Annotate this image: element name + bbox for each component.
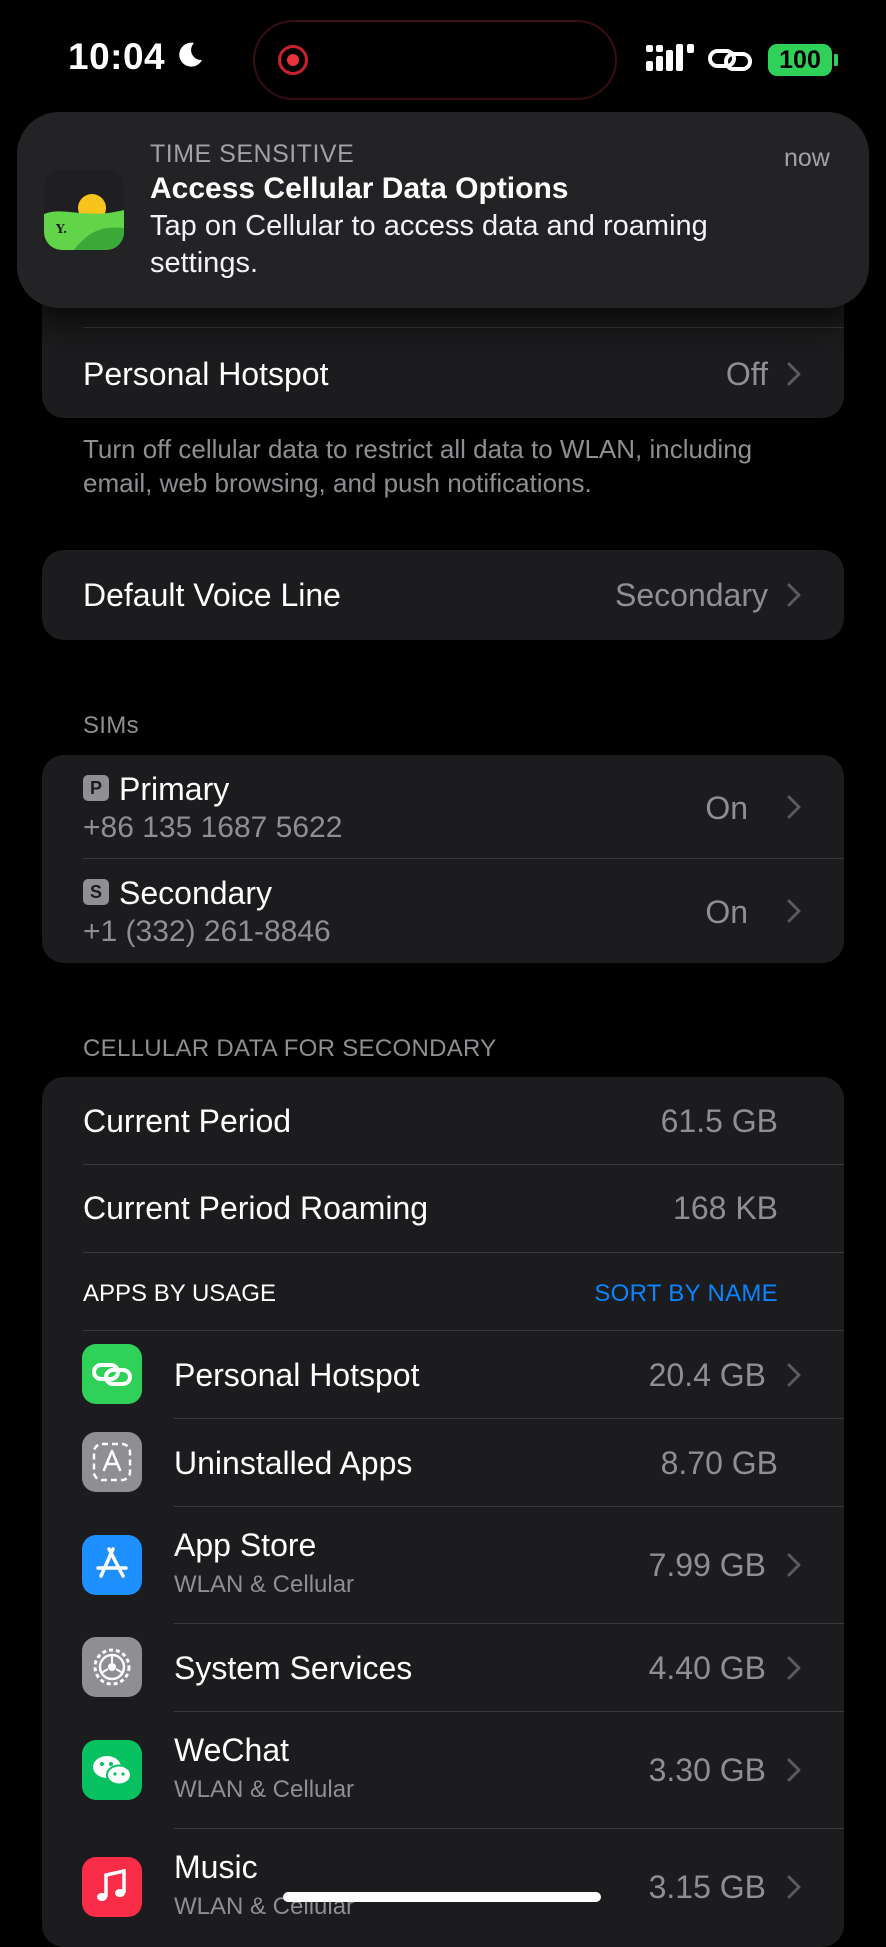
app-subtitle: WLAN & Cellular — [174, 1776, 355, 1803]
sim-name-secondary: Secondary — [119, 875, 272, 911]
app-row-personal-hotspot[interactable]: Personal Hotspot 20.4 GB — [42, 1331, 844, 1418]
sort-by-name-button[interactable]: SORT BY NAME — [594, 1280, 778, 1308]
battery-level: 100 — [768, 44, 832, 76]
current-period-roaming-label: Current Period Roaming — [83, 1190, 429, 1226]
notification-time: now — [784, 144, 830, 172]
app-usage-value: 8.70 GB — [660, 1445, 778, 1481]
notification-title: Access Cellular Data Options — [150, 172, 569, 205]
sim-badge-secondary: S — [83, 879, 109, 905]
app-row-app-store[interactable]: App Store WLAN & Cellular 7.99 GB — [42, 1507, 844, 1623]
app-name: Music — [174, 1849, 258, 1885]
chevron-right-icon — [787, 362, 801, 386]
current-period-roaming-value: 168 KB — [673, 1190, 778, 1226]
chevron-right-icon — [787, 583, 801, 607]
svg-text:Y.: Y. — [55, 222, 67, 236]
apps-by-usage-header: APPS BY USAGE — [83, 1280, 276, 1307]
current-period-value: 61.5 GB — [660, 1103, 778, 1139]
sim-status-primary: On — [705, 790, 748, 826]
chevron-right-icon — [787, 1758, 801, 1782]
notification-app-icon: Y. — [44, 170, 124, 250]
sims-section-header: SIMs — [83, 712, 139, 739]
uninstalled-apps-icon — [82, 1432, 142, 1492]
app-row-wechat[interactable]: WeChat WLAN & Cellular 3.30 GB — [42, 1712, 844, 1828]
chevron-right-icon — [787, 1553, 801, 1577]
cellular-data-section-header: CELLULAR DATA FOR SECONDARY — [83, 1035, 497, 1062]
chevron-right-icon — [787, 795, 801, 819]
gear-icon — [82, 1637, 142, 1697]
app-name: Personal Hotspot — [174, 1357, 420, 1393]
wechat-icon — [82, 1740, 142, 1800]
notification-kicker: TIME SENSITIVE — [150, 140, 355, 168]
personal-hotspot-label: Personal Hotspot — [83, 356, 329, 392]
home-indicator[interactable] — [283, 1892, 601, 1902]
app-usage-value: 3.30 GB — [648, 1752, 766, 1788]
notification-body: Tap on Cellular to access data and roami… — [150, 210, 708, 279]
app-name: App Store — [174, 1527, 317, 1563]
moon-icon — [179, 42, 202, 67]
sim-number-secondary: +1 (332) 261-8846 — [83, 915, 331, 948]
sim-status-secondary: On — [705, 894, 748, 930]
divider — [83, 1252, 844, 1253]
sim-name-primary: Primary — [119, 771, 230, 807]
screen-recording-icon[interactable] — [278, 45, 308, 75]
default-voice-line-row[interactable]: Default Voice Line Secondary — [42, 550, 844, 640]
app-usage-value: 7.99 GB — [648, 1547, 766, 1583]
app-usage-value: 4.40 GB — [648, 1650, 766, 1686]
chevron-right-icon — [787, 899, 801, 923]
current-period-roaming-row: Current Period Roaming 168 KB — [42, 1165, 844, 1252]
cellular-signal-icon — [646, 44, 694, 71]
cellular-data-footer: Turn off cellular data to restrict all d… — [83, 434, 753, 498]
hotspot-icon — [82, 1344, 142, 1404]
chevron-right-icon — [787, 1656, 801, 1680]
app-row-uninstalled-apps: Uninstalled Apps 8.70 GB — [42, 1419, 844, 1506]
app-name: System Services — [174, 1650, 413, 1686]
current-period-label: Current Period — [83, 1103, 292, 1139]
default-voice-line-label: Default Voice Line — [83, 577, 341, 613]
sim-row-primary[interactable]: P Primary +86 135 1687 5622 On — [42, 755, 844, 858]
chevron-right-icon — [787, 1363, 801, 1387]
sim-badge-primary: P — [83, 775, 109, 801]
hotspot-link-icon — [708, 49, 752, 71]
app-row-system-services[interactable]: System Services 4.40 GB — [42, 1624, 844, 1711]
app-row-music[interactable]: Music WLAN & Cellular 3.15 GB — [42, 1829, 844, 1920]
default-voice-line-value: Secondary — [615, 577, 768, 613]
personal-hotspot-value: Off — [725, 356, 768, 392]
app-name: Uninstalled Apps — [174, 1445, 413, 1481]
status-time: 10:04 — [68, 36, 166, 77]
music-icon — [82, 1857, 142, 1917]
app-subtitle: WLAN & Cellular — [174, 1571, 355, 1598]
sim-row-secondary[interactable]: S Secondary +1 (332) 261-8846 On — [42, 859, 844, 963]
app-name: WeChat — [174, 1732, 290, 1768]
personal-hotspot-row[interactable]: Personal Hotspot Off — [42, 328, 844, 418]
app-usage-value: 20.4 GB — [648, 1357, 766, 1393]
battery-cap — [834, 54, 838, 66]
sim-number-primary: +86 135 1687 5622 — [83, 811, 343, 844]
chevron-right-icon — [787, 1875, 801, 1899]
current-period-row: Current Period 61.5 GB — [42, 1077, 844, 1164]
app-usage-value: 3.15 GB — [648, 1869, 766, 1905]
app-store-icon — [82, 1535, 142, 1595]
sims-group: P Primary +86 135 1687 5622 On S Seconda… — [42, 755, 844, 963]
